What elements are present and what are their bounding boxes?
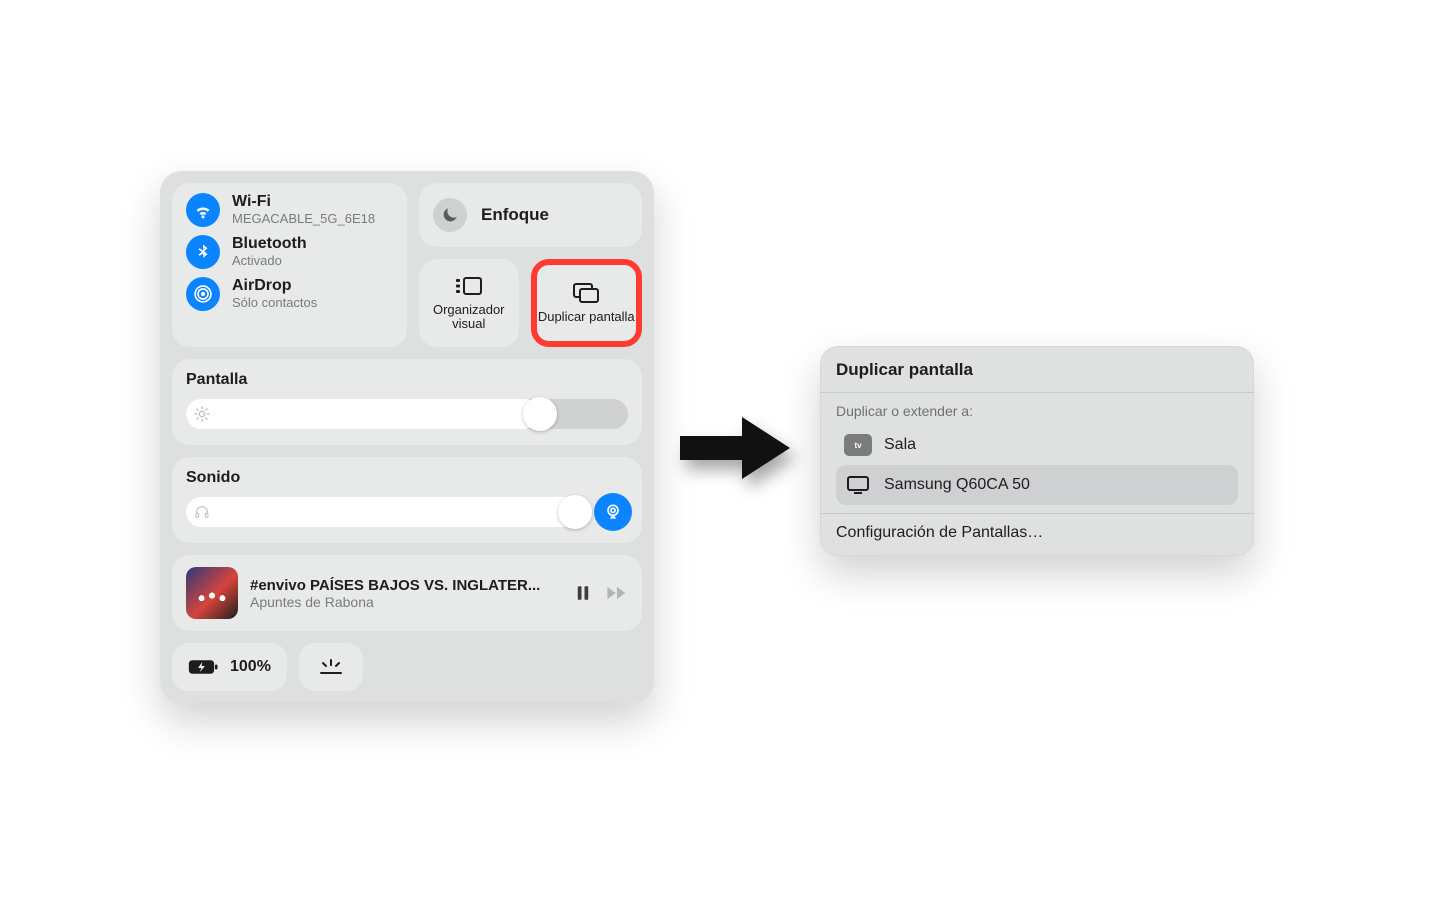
- wifi-title: Wi-Fi: [232, 194, 375, 211]
- sound-slider[interactable]: [186, 497, 582, 527]
- now-playing-artwork: [186, 567, 238, 619]
- now-playing-subtitle: Apuntes de Rabona: [250, 594, 562, 610]
- screen-mirroring-label: Duplicar pantalla: [538, 310, 635, 324]
- battery-label: 100%: [230, 658, 271, 676]
- brightness-label: Pantalla: [186, 371, 628, 389]
- screen-mirroring-popup: Duplicar pantalla Duplicar o extender a:…: [820, 346, 1254, 556]
- wifi-icon: [186, 193, 220, 227]
- bluetooth-title: Bluetooth: [232, 236, 307, 253]
- appletv-icon: tv: [844, 434, 872, 456]
- bluetooth-subtitle: Activado: [232, 253, 307, 268]
- headphones-icon: [194, 504, 210, 520]
- stage-manager-icon: [454, 275, 484, 297]
- sun-icon: [194, 406, 210, 422]
- now-playing-title: #envivo PAÍSES BAJOS VS. INGLATER...: [250, 577, 562, 594]
- bluetooth-icon: [186, 235, 220, 269]
- battery-button[interactable]: 100%: [172, 643, 287, 691]
- bluetooth-toggle[interactable]: Bluetooth Activado: [186, 235, 393, 269]
- airdrop-icon: [186, 277, 220, 311]
- mirror-device-samsung[interactable]: Samsung Q60CA 50: [836, 465, 1238, 505]
- battery-charging-icon: [188, 658, 220, 676]
- wifi-toggle[interactable]: Wi-Fi MEGACABLE_5G_6E18: [186, 193, 393, 227]
- next-button[interactable]: [606, 584, 628, 602]
- device-label: Samsung Q60CA 50: [884, 476, 1030, 494]
- brightness-slider[interactable]: [186, 399, 628, 429]
- stage-manager-button[interactable]: Organizador visual: [419, 259, 519, 347]
- mirror-device-sala[interactable]: tv Sala: [836, 425, 1238, 465]
- control-center-panel: Wi-Fi MEGACABLE_5G_6E18 Bluetooth Activa…: [160, 171, 654, 703]
- airdrop-title: AirDrop: [232, 278, 317, 295]
- screen-mirroring-icon: [571, 282, 601, 304]
- focus-toggle[interactable]: Enfoque: [419, 183, 642, 247]
- sound-tile: Sonido: [172, 457, 642, 543]
- focus-label: Enfoque: [481, 205, 549, 225]
- sound-label: Sonido: [186, 469, 628, 487]
- screen-mirroring-button[interactable]: Duplicar pantalla: [531, 259, 643, 347]
- arrow-icon: [680, 414, 790, 482]
- pause-button[interactable]: [574, 584, 592, 602]
- airdrop-toggle[interactable]: AirDrop Sólo contactos: [186, 277, 393, 311]
- keyboard-brightness-icon: [318, 658, 344, 676]
- tv-icon: [844, 475, 872, 495]
- svg-text:tv: tv: [854, 441, 862, 450]
- airdrop-subtitle: Sólo contactos: [232, 295, 317, 310]
- stage-manager-label: Organizador visual: [419, 303, 519, 332]
- network-tile: Wi-Fi MEGACABLE_5G_6E18 Bluetooth Activa…: [172, 183, 407, 347]
- keyboard-brightness-button[interactable]: [299, 643, 363, 691]
- display-settings-link[interactable]: Configuración de Pantallas…: [836, 524, 1238, 542]
- brightness-tile: Pantalla: [172, 359, 642, 445]
- airplay-audio-button[interactable]: [594, 493, 632, 531]
- wifi-subtitle: MEGACABLE_5G_6E18: [232, 211, 375, 226]
- now-playing-tile[interactable]: #envivo PAÍSES BAJOS VS. INGLATER... Apu…: [172, 555, 642, 631]
- moon-icon: [433, 198, 467, 232]
- popup-subheader: Duplicar o extender a:: [836, 403, 1238, 419]
- device-label: Sala: [884, 436, 916, 454]
- popup-title: Duplicar pantalla: [836, 360, 1238, 380]
